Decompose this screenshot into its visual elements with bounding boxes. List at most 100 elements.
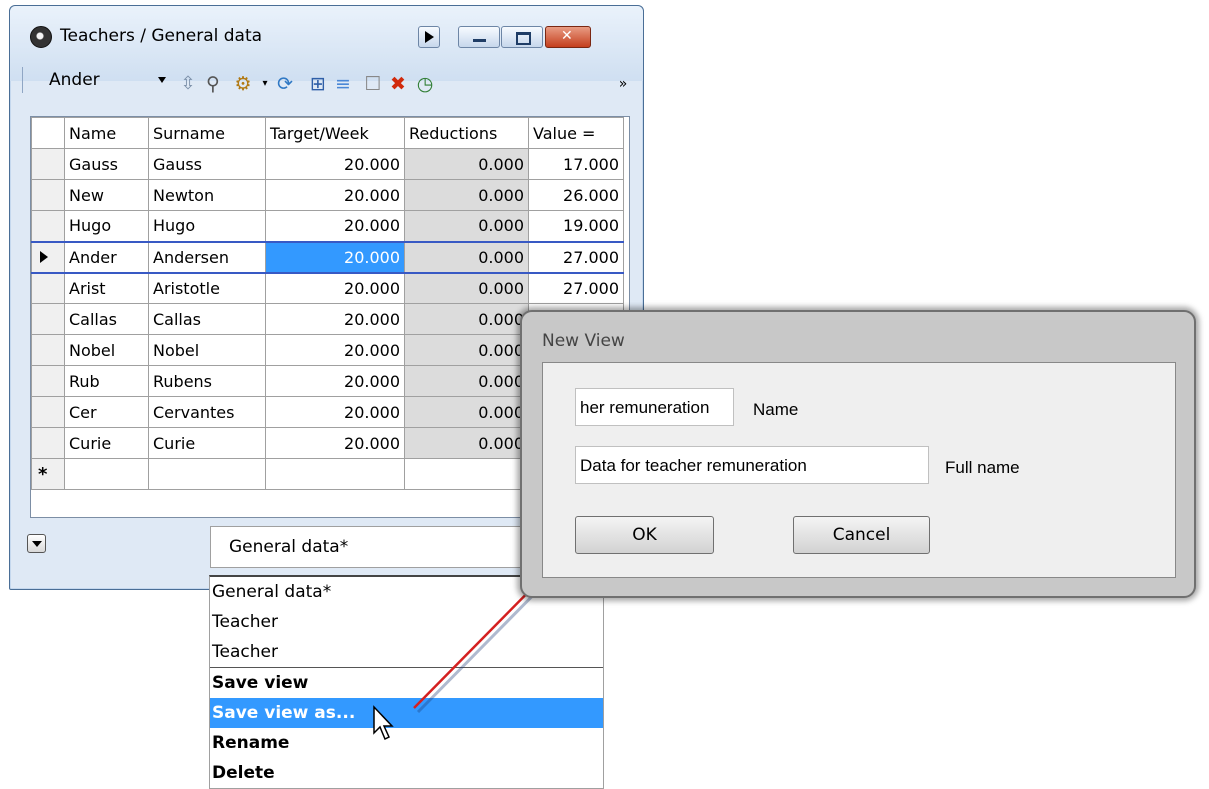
settings-icon[interactable]: ⚙ <box>232 73 254 95</box>
close-button[interactable] <box>545 26 591 48</box>
view-name-input[interactable]: her remuneration <box>575 388 734 426</box>
cell-target[interactable]: 20.000 <box>265 148 405 180</box>
row-selector[interactable] <box>31 396 65 428</box>
view-option-teacher-1[interactable]: Teacher <box>210 607 603 637</box>
refresh-icon[interactable]: ⟳ <box>274 73 296 95</box>
cell-surname[interactable]: Cervantes <box>148 396 266 428</box>
cell-value[interactable]: 26.000 <box>528 179 624 211</box>
row-selector[interactable] <box>31 148 65 180</box>
column-header-name[interactable]: Name <box>64 117 149 149</box>
ok-button[interactable]: OK <box>575 516 714 554</box>
cell-target[interactable]: 20.000 <box>265 427 405 459</box>
clock-icon[interactable]: ◷ <box>414 73 436 95</box>
new-row-cell[interactable] <box>148 458 266 490</box>
save-view-as-item[interactable]: Save view as... <box>210 698 603 728</box>
cell-target[interactable]: 20.000 <box>265 272 405 304</box>
cancel-button[interactable]: Cancel <box>793 516 930 554</box>
cell-name[interactable]: Gauss <box>64 148 149 180</box>
cell-value[interactable]: 27.000 <box>528 240 624 274</box>
row-selector[interactable] <box>31 303 65 335</box>
cell-reductions[interactable]: 0.000 <box>404 179 529 211</box>
row-selector[interactable] <box>31 240 65 274</box>
cell-value[interactable]: 27.000 <box>528 272 624 304</box>
cell-surname[interactable]: Newton <box>148 179 266 211</box>
cell-name[interactable]: Cer <box>64 396 149 428</box>
cell-target[interactable]: 20.000 <box>265 303 405 335</box>
cell-surname[interactable]: Aristotle <box>148 272 266 304</box>
cell-surname[interactable]: Callas <box>148 303 266 335</box>
column-header-reductions[interactable]: Reductions <box>404 117 529 149</box>
cell-name[interactable]: Rub <box>64 365 149 397</box>
cell-name[interactable]: Callas <box>64 303 149 335</box>
toolbar-grip[interactable] <box>22 67 26 93</box>
toolbar-overflow-icon[interactable]: » <box>612 73 634 95</box>
delete-view-item[interactable]: Delete <box>210 758 603 788</box>
cell-name[interactable]: New <box>64 179 149 211</box>
settings-dropdown-icon[interactable]: ▾ <box>254 73 276 95</box>
cell-surname[interactable]: Curie <box>148 427 266 459</box>
cell-surname[interactable]: Nobel <box>148 334 266 366</box>
cell-name[interactable]: Hugo <box>64 210 149 242</box>
new-row-cell[interactable] <box>265 458 405 490</box>
spin-updown-icon[interactable]: ⇳ <box>177 73 199 95</box>
column-header-surname[interactable]: Surname <box>148 117 266 149</box>
filter-icon[interactable]: ⚲ <box>202 73 224 95</box>
row-selector[interactable] <box>31 334 65 366</box>
table-row[interactable]: Ander Andersen 20.000 0.000 27.000 <box>31 240 624 274</box>
cell-name[interactable]: Nobel <box>64 334 149 366</box>
new-record-icon[interactable]: ☐ <box>362 73 384 95</box>
view-option-teacher-2[interactable]: Teacher <box>210 637 603 668</box>
cell-reductions[interactable]: 0.000 <box>404 365 529 397</box>
fit-columns-icon[interactable]: ⊞ <box>307 73 329 95</box>
row-selector[interactable] <box>31 427 65 459</box>
row-selector[interactable] <box>31 365 65 397</box>
cell-reductions[interactable]: 0.000 <box>404 210 529 242</box>
cell-name[interactable]: Ander <box>64 240 149 274</box>
expand-dropdown-button[interactable] <box>27 534 46 553</box>
table-row[interactable]: Gauss Gauss 20.000 0.000 17.000 <box>31 148 624 180</box>
list-lines-icon[interactable]: ≡ <box>332 73 354 95</box>
save-view-item[interactable]: Save view <box>210 668 603 698</box>
rename-view-item[interactable]: Rename <box>210 728 603 758</box>
cell-reductions[interactable]: 0.000 <box>404 148 529 180</box>
cell-target[interactable]: 20.000 <box>265 240 405 274</box>
column-header-target-week[interactable]: Target/Week <box>265 117 405 149</box>
cell-reductions[interactable]: 0.000 <box>404 334 529 366</box>
view-full-name-input[interactable]: Data for teacher remuneration <box>575 446 929 484</box>
new-row-marker[interactable]: * <box>31 458 65 490</box>
cell-reductions[interactable]: 0.000 <box>404 427 529 459</box>
cell-surname[interactable]: Hugo <box>148 210 266 242</box>
cell-value[interactable]: 19.000 <box>528 210 624 242</box>
cell-reductions[interactable]: 0.000 <box>404 272 529 304</box>
cell-surname[interactable]: Rubens <box>148 365 266 397</box>
cell-surname[interactable]: Gauss <box>148 148 266 180</box>
table-row[interactable]: Arist Aristotle 20.000 0.000 27.000 <box>31 272 624 304</box>
cell-target[interactable]: 20.000 <box>265 179 405 211</box>
cell-value[interactable]: 17.000 <box>528 148 624 180</box>
row-selector[interactable] <box>31 179 65 211</box>
play-arrow-button[interactable] <box>418 26 440 48</box>
cell-name[interactable]: Curie <box>64 427 149 459</box>
minimize-button[interactable] <box>458 26 500 48</box>
cell-target[interactable]: 20.000 <box>265 396 405 428</box>
row-selector[interactable] <box>31 272 65 304</box>
cell-target[interactable]: 20.000 <box>265 365 405 397</box>
table-row[interactable]: New Newton 20.000 0.000 26.000 <box>31 179 624 211</box>
maximize-button[interactable] <box>501 26 543 48</box>
cell-name[interactable]: Arist <box>64 272 149 304</box>
cell-reductions[interactable]: 0.000 <box>404 303 529 335</box>
delete-icon[interactable]: ✖ <box>387 73 409 95</box>
table-row[interactable]: Hugo Hugo 20.000 0.000 19.000 <box>31 210 624 242</box>
teacher-select-dropdown-icon[interactable] <box>158 77 166 83</box>
cell-reductions[interactable]: 0.000 <box>404 396 529 428</box>
new-row-cell[interactable] <box>404 458 529 490</box>
row-selector[interactable] <box>31 210 65 242</box>
teacher-select[interactable]: Ander <box>34 67 139 93</box>
corner-cell[interactable] <box>31 117 65 149</box>
column-header-value[interactable]: Value = <box>528 117 624 149</box>
cell-reductions[interactable]: 0.000 <box>404 240 529 274</box>
cell-surname[interactable]: Andersen <box>148 240 266 274</box>
new-row-cell[interactable] <box>64 458 149 490</box>
cell-target[interactable]: 20.000 <box>265 210 405 242</box>
cell-target[interactable]: 20.000 <box>265 334 405 366</box>
